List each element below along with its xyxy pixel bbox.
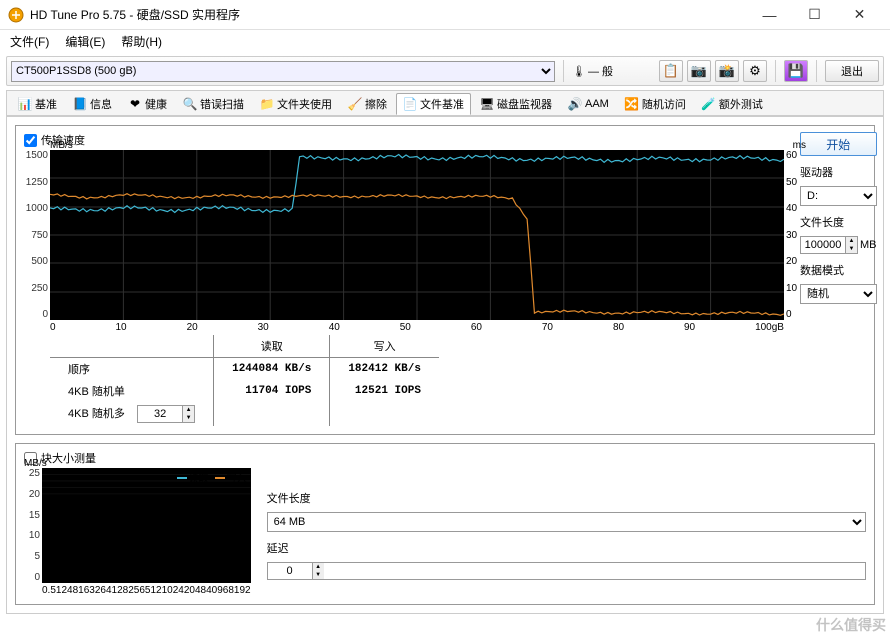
screenshot-button[interactable]: 📷 [687,60,711,82]
blocksize-controls: 文件长度 64 MB 延迟 ▲▼ [251,450,866,596]
table-row: 4KB 随机单 11704 IOPS 12521 IOPS [50,380,439,402]
window-title: HD Tune Pro 5.75 - 硬盘/SSD 实用程序 [30,6,747,23]
tab-icon: 🖥 [480,97,494,111]
tab-4[interactable]: 📁文件夹使用 [253,93,339,115]
spin-up-icon[interactable]: ▲ [182,406,194,414]
y-axis-labels: 1500125010007505002500 [24,150,48,320]
tab-5[interactable]: 🧹擦除 [341,93,394,115]
tab-icon: ❤ [128,97,142,111]
table-row: 4KB 随机多 ▲▼ [50,402,439,426]
app-icon [8,7,24,23]
tab-icon: 🧪 [702,97,716,111]
tab-10[interactable]: 🧪额外测试 [695,93,770,115]
tab-6[interactable]: 📄文件基准 [396,93,471,115]
titlebar: HD Tune Pro 5.75 - 硬盘/SSD 实用程序 — ☐ ✕ [0,0,890,30]
table-header-row: 读取 写入 [50,335,439,358]
close-button[interactable]: ✕ [837,1,882,29]
blocksize-length-select[interactable]: 64 MB [267,512,866,532]
delay-spinner[interactable]: ▲▼ [267,562,866,580]
y-axis-unit: MB/s [50,140,73,151]
table-row: 顺序 1244084 KB/s 182412 KB/s [50,358,439,381]
tab-icon: 📘 [73,97,87,111]
menubar: 文件(F) 编辑(E) 帮助(H) [0,30,890,52]
chart-legend: 读取 写入 [177,470,247,485]
transfer-speed-checkbox[interactable]: 传输速度 [24,132,784,148]
drive-label: 驱动器 [800,164,877,180]
tab-icon: 📄 [403,97,417,111]
drive-letter-select[interactable]: D: [800,186,877,206]
y2-axis-labels: 6050403020100 [786,150,806,320]
toolbar: CT500P1SSD8 (500 gB) 🌡 — 般 📋 📷 📸 ⚙ 💾 退出 [6,56,884,86]
tab-7[interactable]: 🖥磁盘监视器 [473,93,559,115]
data-mode-select[interactable]: 随机 [800,284,877,304]
tab-icon: 📁 [260,97,274,111]
spin-down-icon[interactable]: ▼ [182,414,194,422]
maximize-button[interactable]: ☐ [792,1,837,29]
blocksize-section: 块大小测量 MB/s 读取 写入 2520151050 0.5124816326… [15,443,875,605]
transfer-speed-chart: MB/s ms 1500125010007505002500 605040302… [50,150,784,320]
exit-button[interactable]: 退出 [825,60,879,82]
blocksize-chart: MB/s 读取 写入 2520151050 [42,468,251,583]
minimize-button[interactable]: — [747,1,792,29]
tab-icon: 🧹 [348,97,362,111]
watermark: 什么值得买 [816,615,886,635]
menu-file[interactable]: 文件(F) [4,31,55,52]
transfer-speed-check[interactable] [24,134,37,147]
file-length-label: 文件长度 [800,214,877,230]
tab-1[interactable]: 📘信息 [66,93,119,115]
blocksize-checkbox[interactable]: 块大小测量 [24,450,251,466]
data-mode-label: 数据模式 [800,262,877,278]
tab-bar: 📊基准📘信息❤健康🔍错误扫描📁文件夹使用🧹擦除📄文件基准🖥磁盘监视器🔊AAM🔀随… [6,90,884,116]
tab-2[interactable]: ❤健康 [121,93,174,115]
tab-icon: 🔍 [183,97,197,111]
transfer-speed-section: 传输速度 MB/s ms 1500125010007505002500 6050… [15,125,875,435]
file-length-spinner[interactable]: ▲▼ [800,236,858,254]
options-button[interactable]: ⚙ [743,60,767,82]
main-panel: 传输速度 MB/s ms 1500125010007505002500 6050… [6,116,884,614]
tab-3[interactable]: 🔍错误扫描 [176,93,251,115]
x-axis-labels: 0102030405060708090100gB [50,320,784,333]
copy-button[interactable]: 📋 [659,60,683,82]
queue-depth-spinner[interactable]: ▲▼ [137,405,195,423]
drive-select[interactable]: CT500P1SSD8 (500 gB) [11,61,555,82]
menu-edit[interactable]: 编辑(E) [59,31,111,52]
menu-help[interactable]: 帮助(H) [115,31,168,52]
results-table: 读取 写入 顺序 1244084 KB/s 182412 KB/s 4KB 随机… [50,335,784,426]
tab-9[interactable]: 🔀随机访问 [618,93,693,115]
tab-icon: 📊 [18,97,32,111]
start-button[interactable]: 开始 [800,132,877,156]
tab-8[interactable]: 🔊AAM [561,93,616,115]
tab-icon: 🔀 [625,97,639,111]
tab-0[interactable]: 📊基准 [11,93,64,115]
temperature-display: 🌡 — 般 [572,63,613,79]
snapshot-button[interactable]: 📸 [715,60,739,82]
save-button[interactable]: 💾 [784,60,808,82]
tab-icon: 🔊 [568,97,582,111]
